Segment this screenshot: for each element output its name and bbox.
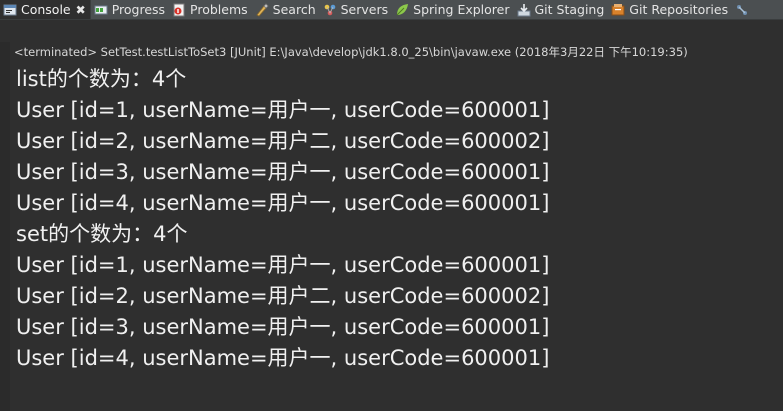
console-line: User [id=2, userName=用户二, userCode=60000… [16, 284, 550, 308]
progress-icon [94, 3, 108, 17]
console-line: User [id=4, userName=用户一, userCode=60000… [16, 346, 550, 370]
console-toolbar-area [0, 20, 783, 42]
tab-problems[interactable]: Problems [169, 0, 252, 19]
console-output[interactable]: list的个数为：4个 User [id=1, userName=用户一, us… [16, 64, 776, 374]
console-left-gutter [0, 42, 10, 411]
console-line: User [id=4, userName=用户一, userCode=60000… [16, 191, 550, 215]
console-line: list的个数为：4个 [16, 67, 187, 91]
tab-spring-explorer[interactable]: Spring Explorer [392, 0, 513, 19]
tab-search[interactable]: Search [252, 0, 320, 19]
tab-overflow[interactable] [732, 0, 757, 19]
tab-git-repositories[interactable]: Git Repositories [608, 0, 732, 19]
tab-console[interactable]: Console ✖ [0, 0, 91, 19]
console-line: User [id=1, userName=用户一, userCode=60000… [16, 98, 550, 122]
tab-search-label: Search [272, 2, 316, 17]
git-repositories-icon [611, 3, 625, 17]
console-line: User [id=3, userName=用户一, userCode=60000… [16, 315, 550, 339]
close-icon[interactable]: ✖ [76, 4, 86, 16]
servers-icon [323, 3, 337, 17]
tab-progress[interactable]: Progress [91, 0, 169, 19]
console-line: User [id=2, userName=用户二, userCode=60000… [16, 129, 550, 153]
git-staging-icon [517, 3, 531, 17]
tab-git-staging[interactable]: Git Staging [514, 0, 609, 19]
problems-icon [172, 3, 186, 17]
view-tab-bar: Console ✖ Progress Problems Search Serve… [0, 0, 783, 20]
tab-spring-explorer-label: Spring Explorer [413, 2, 510, 17]
console-line: User [id=1, userName=用户一, userCode=60000… [16, 253, 550, 277]
tab-git-repositories-label: Git Repositories [629, 2, 729, 17]
tab-console-label: Console [21, 2, 71, 17]
git-icon [735, 3, 749, 17]
tab-problems-label: Problems [190, 2, 248, 17]
tab-git-staging-label: Git Staging [534, 2, 605, 17]
console-icon [3, 3, 17, 17]
tab-servers[interactable]: Servers [320, 0, 393, 19]
spring-leaf-icon [395, 3, 409, 17]
console-process-status: <terminated> SetTest.testListToSet3 [JUn… [14, 45, 688, 59]
tab-servers-label: Servers [340, 2, 389, 17]
console-line: User [id=3, userName=用户一, userCode=60000… [16, 160, 550, 184]
search-icon [255, 2, 269, 17]
tab-progress-label: Progress [111, 2, 166, 17]
console-line: set的个数为：4个 [16, 222, 188, 246]
